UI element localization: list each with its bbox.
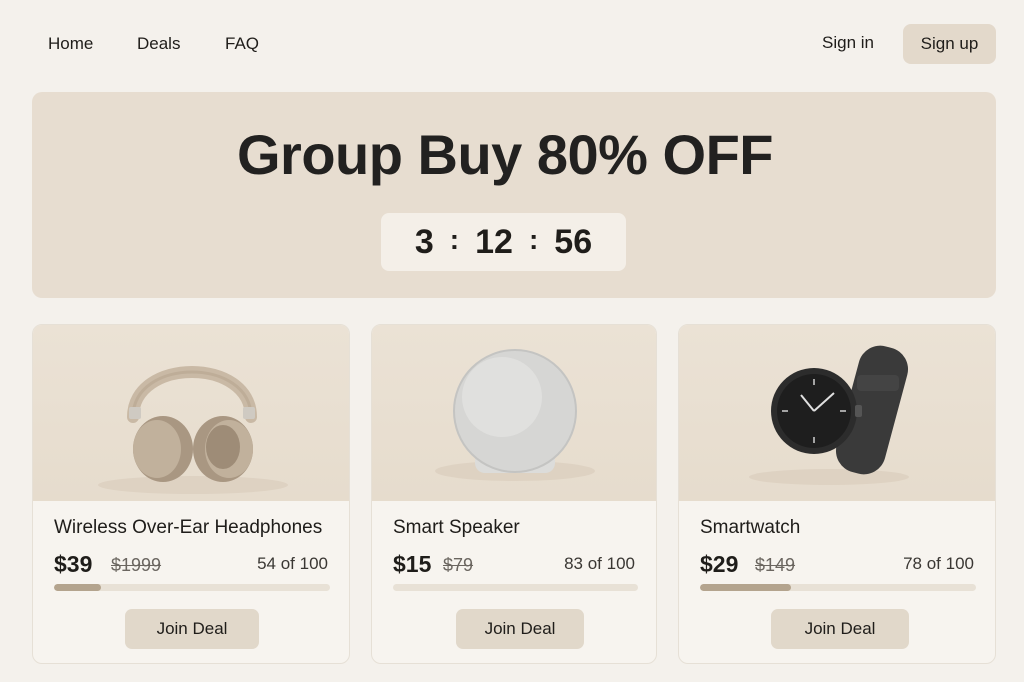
nav-deals-link[interactable]: Deals — [137, 34, 180, 54]
timer-minutes: 12 — [475, 222, 513, 261]
sign-up-button[interactable]: Sign up — [903, 24, 996, 64]
join-deal-button[interactable]: Join Deal — [125, 609, 259, 649]
progress-count: 83 of 100 — [564, 554, 635, 573]
headphones-icon — [98, 366, 288, 494]
join-deal-button[interactable]: Join Deal — [771, 609, 909, 649]
timer-seconds: 56 — [554, 222, 593, 261]
progress-count: 54 of 100 — [257, 554, 328, 573]
product-card: Smart Speaker $15 $79 83 of 100 Join Dea… — [371, 324, 657, 664]
timer-separator: : — [449, 224, 460, 255]
original-price: $1999 — [111, 555, 162, 575]
product-name: Wireless Over-Ear Headphones — [54, 517, 323, 538]
product-image — [372, 325, 656, 501]
original-price: $149 — [755, 555, 796, 575]
join-deal-button[interactable]: Join Deal — [456, 609, 584, 649]
product-price: $29 — [700, 551, 739, 577]
original-price: $79 — [443, 555, 474, 575]
countdown-timer: 3 : 12 : 56 — [381, 213, 626, 271]
smartwatch-icon — [749, 345, 909, 485]
nav-home-link[interactable]: Home — [48, 34, 93, 54]
speaker-icon — [435, 349, 595, 481]
product-price: $15 — [393, 551, 432, 577]
product-name: Smart Speaker — [393, 517, 520, 538]
sign-in-link[interactable]: Sign in — [822, 33, 874, 53]
product-card: Wireless Over-Ear Headphones $39 $1999 5… — [32, 324, 350, 664]
progress-count: 78 of 100 — [903, 554, 974, 573]
timer-hours: 3 — [414, 222, 434, 261]
progress-fill — [700, 584, 792, 591]
progress-bar — [700, 584, 976, 591]
product-name: Smartwatch — [700, 517, 801, 538]
product-price: $39 — [54, 551, 93, 577]
product-image — [679, 325, 995, 501]
top-nav: Home Deals FAQ Sign in Sign up — [0, 0, 1024, 88]
progress-bar — [54, 584, 330, 591]
timer-separator: : — [528, 224, 539, 255]
product-image — [33, 325, 349, 501]
progress-fill — [54, 584, 101, 591]
hero-title: Group Buy 80% OFF — [237, 123, 774, 186]
product-card: Smartwatch $29 $149 78 of 100 Join Deal — [678, 324, 996, 664]
nav-faq-link[interactable]: FAQ — [225, 34, 259, 54]
progress-bar — [393, 584, 638, 591]
